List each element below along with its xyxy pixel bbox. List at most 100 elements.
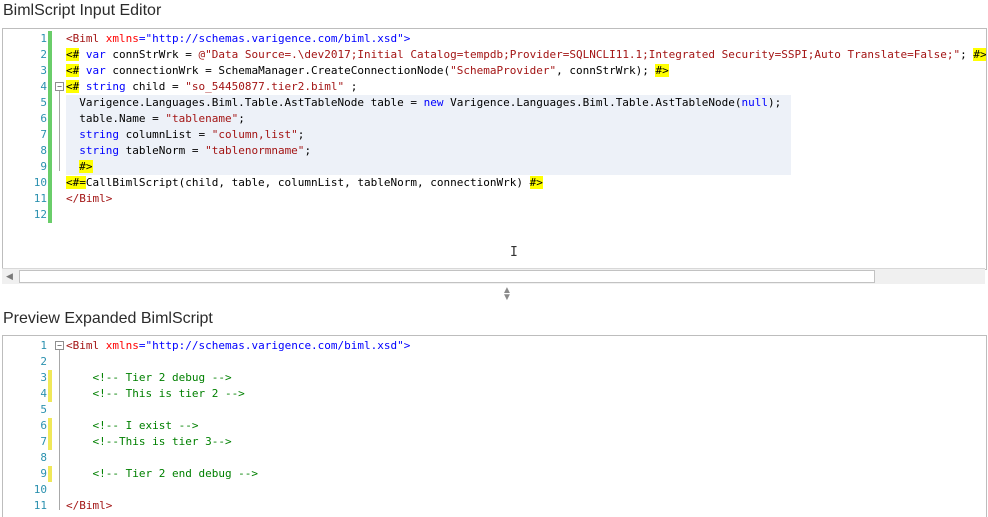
code-token: ; [238, 112, 245, 125]
code-line[interactable]: 11 </Biml> [3, 498, 986, 514]
code-token: ; [344, 80, 358, 93]
code-token: , connStrWrk); [556, 64, 656, 77]
code-token: tableNorm = [125, 144, 206, 157]
code-token: @"Data Source=.\dev2017;Initial Catalog=… [198, 48, 961, 61]
code-line[interactable]: 6 table.Name = "tablename"; [3, 111, 986, 127]
code-line[interactable]: 9 #> [3, 159, 986, 175]
line-number: 5 [40, 403, 47, 416]
code-text: #> [66, 159, 93, 175]
code-token: table.Name = [66, 112, 166, 125]
line-number: 3 [40, 371, 47, 384]
code-token: "tablename" [165, 112, 239, 125]
input-editor-title: BimlScript Input Editor [3, 2, 162, 19]
code-token: <# [66, 80, 80, 93]
change-indicator [48, 175, 52, 191]
line-number: 8 [40, 144, 47, 157]
line-number: 1 [40, 339, 47, 352]
code-line[interactable]: 10 [3, 482, 986, 498]
change-indicator [48, 127, 52, 143]
preview-editor[interactable]: 1− <Biml xmlns="http://schemas.varigence.… [2, 335, 987, 517]
code-line[interactable]: 3 <!-- Tier 2 debug --> [3, 370, 986, 386]
code-token: ; [297, 128, 305, 141]
code-token: xmlns [105, 339, 139, 352]
code-token: string [79, 80, 133, 93]
code-line[interactable]: 10 <#=CallBimlScript(child, table, column… [3, 175, 986, 191]
scrollbar-thumb[interactable] [19, 270, 875, 283]
code-token: ="http://schemas.varigence.com/biml.xsd"… [138, 339, 411, 352]
change-indicator [48, 79, 52, 95]
code-text: <Biml xmlns="http://schemas.varigence.co… [66, 338, 410, 354]
code-line[interactable]: 8 string tableNorm = "tablenormname"; [3, 143, 986, 159]
code-token: var [79, 64, 113, 77]
line-number: 1 [40, 32, 47, 45]
line-number: 6 [40, 419, 47, 432]
code-line[interactable]: 7 <!--This is tier 3--> [3, 434, 986, 450]
line-number: 7 [40, 128, 47, 141]
code-token: ; [304, 144, 312, 157]
code-text: string tableNorm = "tablenormname"; [66, 143, 311, 159]
change-indicator [48, 191, 52, 207]
code-token: Varigence.Languages.Biml.Table.AstTableN… [450, 96, 742, 109]
code-text: <Biml xmlns="http://schemas.varigence.co… [66, 31, 410, 47]
code-token: #> [655, 64, 669, 77]
code-token: xmlns [105, 32, 139, 45]
code-line[interactable]: 1− <Biml xmlns="http://schemas.varigence.… [3, 338, 986, 354]
code-token: "tablenormname" [205, 144, 305, 157]
line-number: 8 [40, 451, 47, 464]
line-number: 9 [40, 160, 47, 173]
code-line[interactable]: 5 [3, 402, 986, 418]
line-number: 11 [33, 192, 47, 205]
fold-guide [59, 350, 60, 510]
line-number: 3 [40, 64, 47, 77]
code-token: string [66, 144, 126, 157]
code-line[interactable]: 3 <# var connectionWrk = SchemaManager.Cr… [3, 63, 986, 79]
horizontal-scrollbar[interactable]: ◀ [2, 268, 985, 284]
scroll-left-icon[interactable]: ◀ [6, 271, 16, 281]
code-token: ="http://schemas.varigence.com/biml.xsd"… [138, 32, 411, 45]
line-number: 2 [40, 48, 47, 61]
code-text: </Biml> [66, 498, 112, 514]
code-token: #> [79, 160, 93, 173]
preview-editor-title: Preview Expanded BimlScript [3, 310, 213, 327]
code-line[interactable]: 12 [3, 207, 986, 223]
code-line[interactable]: 5 Varigence.Languages.Biml.Table.AstTabl… [3, 95, 986, 111]
change-indicator [48, 207, 52, 223]
code-line[interactable]: 8 [3, 450, 986, 466]
code-token: #> [973, 48, 987, 61]
code-token: CallBimlScript(child, table, columnList,… [85, 176, 530, 189]
code-line[interactable]: 4− <# string child = "so_54450877.tier2.b… [3, 79, 986, 95]
code-token: </Biml> [66, 192, 113, 205]
collapse-icon[interactable]: − [55, 341, 64, 350]
line-number: 5 [40, 96, 47, 109]
code-line[interactable]: 2 <# var connStrWrk = @"Data Source=.\dev… [3, 47, 986, 63]
code-text: string columnList = "column,list"; [66, 127, 304, 143]
code-line[interactable]: 11 </Biml> [3, 191, 986, 207]
collapse-icon[interactable]: − [55, 82, 64, 91]
code-token: <!-- Tier 2 end debug --> [66, 467, 259, 480]
line-number: 9 [40, 467, 47, 480]
line-number: 2 [40, 355, 47, 368]
code-token: <!-- I exist --> [66, 419, 199, 432]
code-line[interactable]: 2 [3, 354, 986, 370]
input-editor[interactable]: 1 <Biml xmlns="http://schemas.varigence.c… [2, 28, 987, 270]
code-line[interactable]: 4 <!-- This is tier 2 --> [3, 386, 986, 402]
code-token: new [423, 96, 451, 109]
change-indicator [48, 143, 52, 159]
code-text: <#=CallBimlScript(child, table, columnLi… [66, 175, 543, 191]
change-indicator [48, 434, 52, 450]
code-text: table.Name = "tablename"; [66, 111, 245, 127]
code-text: <# string child = "so_54450877.tier2.bim… [66, 79, 357, 95]
code-text: <!-- Tier 2 end debug --> [66, 466, 258, 482]
line-number: 4 [40, 80, 47, 93]
code-line[interactable]: 9 <!-- Tier 2 end debug --> [3, 466, 986, 482]
code-line[interactable]: 7 string columnList = "column,list"; [3, 127, 986, 143]
line-number: 4 [40, 387, 47, 400]
code-token: <!-- This is tier 2 --> [66, 387, 245, 400]
code-line[interactable]: 1 <Biml xmlns="http://schemas.varigence.c… [3, 31, 986, 47]
change-indicator [48, 111, 52, 127]
change-indicator [48, 63, 52, 79]
code-line[interactable]: 6 <!-- I exist --> [3, 418, 986, 434]
code-token: connectionWrk = SchemaManager.CreateConn… [112, 64, 451, 77]
line-number: 12 [33, 208, 47, 221]
splitter-handle-icon[interactable]: ▲ ▼ [502, 286, 512, 303]
